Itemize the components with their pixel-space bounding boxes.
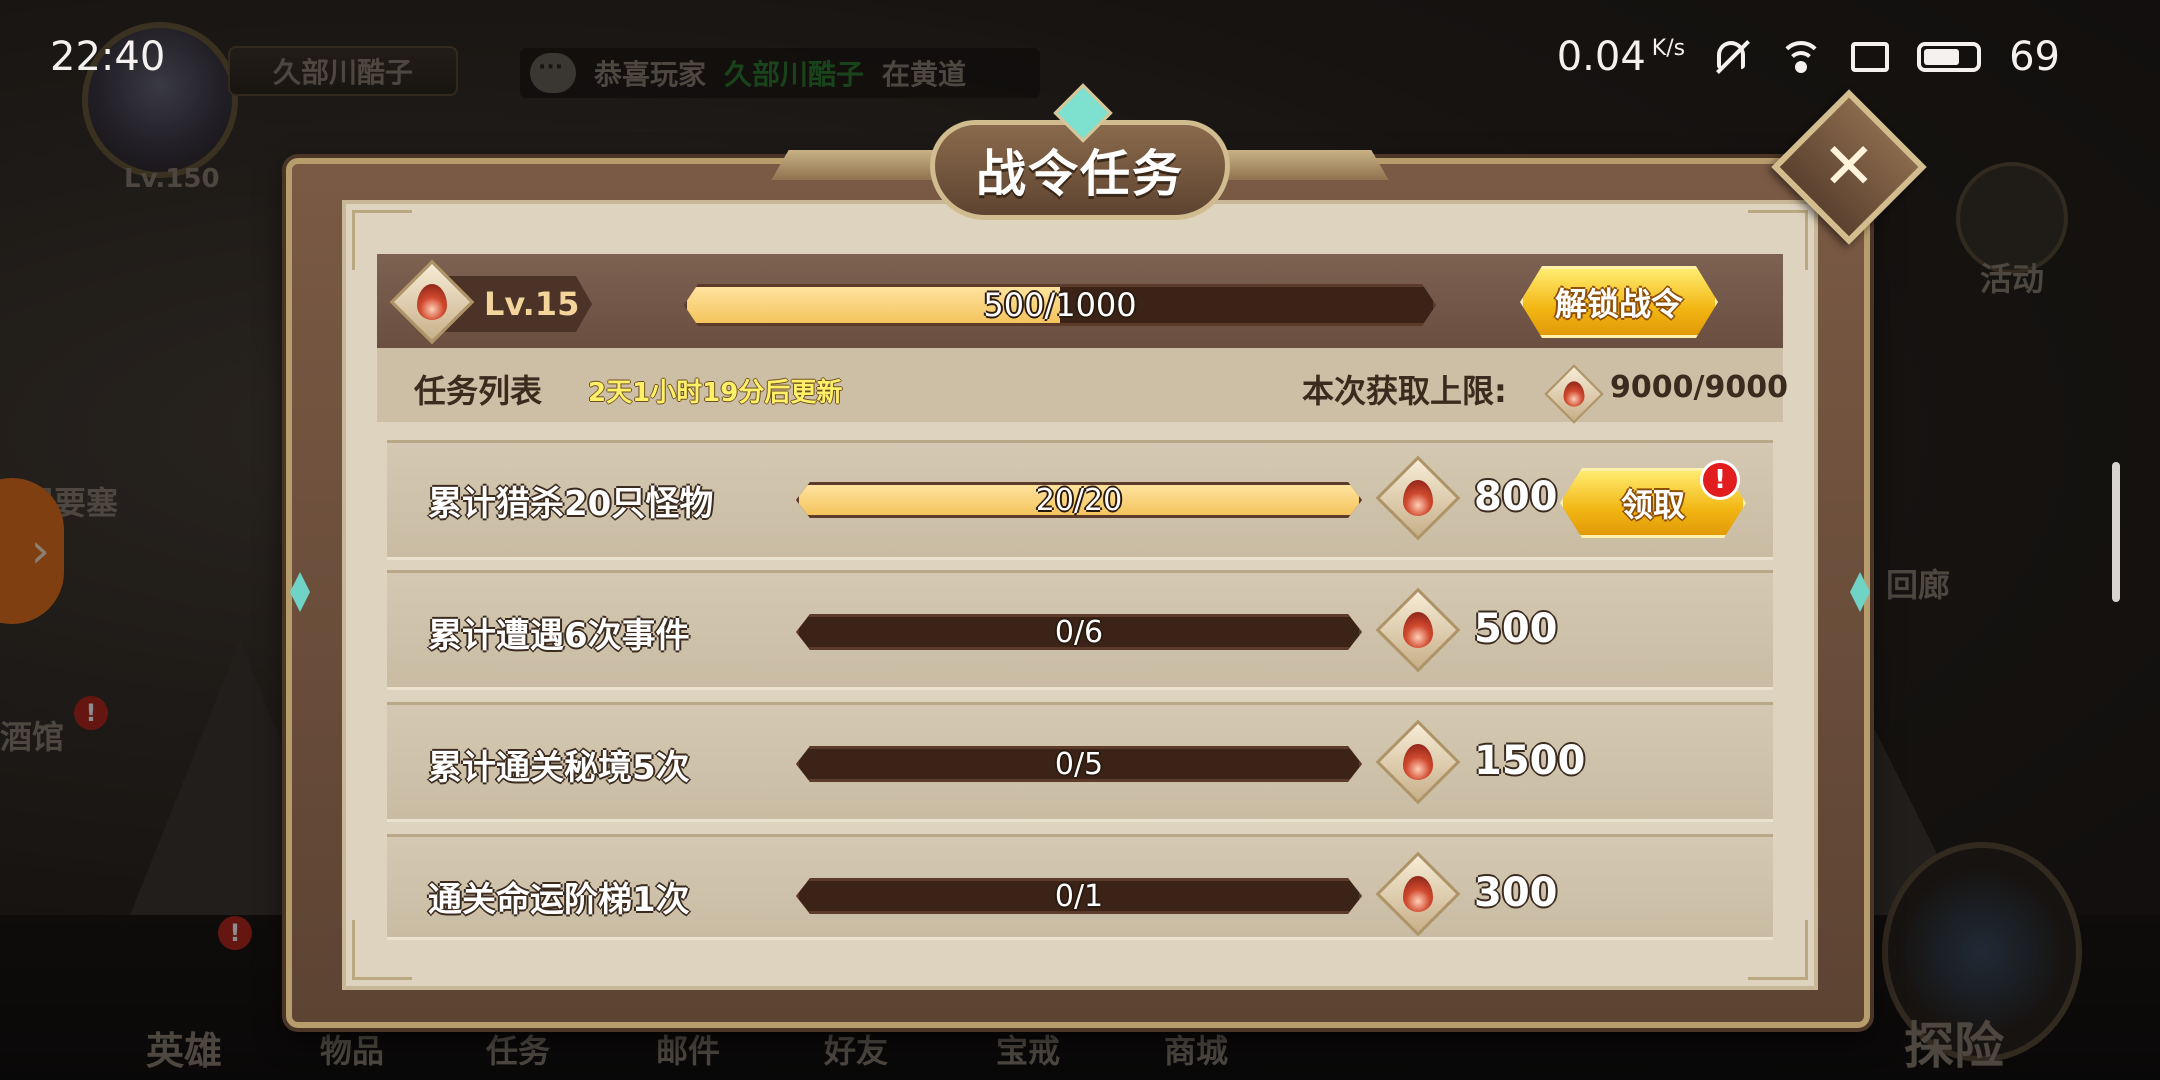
task-reward-value: 1500 <box>1474 738 1586 784</box>
task-name: 累计遭遇6次事件 <box>428 616 690 656</box>
clock: 22:40 <box>50 34 166 80</box>
task-name: 累计通关秘境5次 <box>428 748 690 788</box>
exp-progress-text: 500/1000 <box>983 286 1137 324</box>
scroll-indicator[interactable] <box>2112 462 2120 602</box>
task-name: 累计猎杀20只怪物 <box>428 484 714 524</box>
task-progress-bar: 0/6 <box>796 614 1362 650</box>
close-icon: ✕ <box>1822 130 1876 204</box>
battery-icon <box>1917 42 1982 72</box>
task-progress-text: 0/6 <box>1054 614 1104 650</box>
fire-gem-icon <box>1375 587 1461 673</box>
fire-gem-icon <box>1375 455 1461 541</box>
fire-gem-icon <box>389 259 475 345</box>
task-progress-text: 0/5 <box>1054 746 1104 782</box>
gain-limit-label: 本次获取上限: <box>1302 372 1507 410</box>
left-gem-ornament <box>288 542 312 642</box>
screen-frame-icon <box>1851 42 1890 72</box>
muted-bell-icon <box>1713 37 1751 77</box>
battle-pass-level: Lv.15 <box>484 285 580 323</box>
task-name: 通关命运阶梯1次 <box>428 880 690 920</box>
task-progress-text: 0/1 <box>1054 878 1104 914</box>
panel-title-plate: 战令任务 <box>771 83 1389 220</box>
gain-limit-value: 9000/9000 <box>1610 370 1788 405</box>
claim-button-label: 领取 <box>1620 486 1685 524</box>
exp-progress-bar: 500/1000 <box>684 284 1436 326</box>
right-gem-ornament <box>1848 542 1872 642</box>
task-reward-value: 800 <box>1474 474 1558 520</box>
fire-gem-icon <box>1375 851 1461 937</box>
network-speed: 0.04 K/s <box>1557 34 1685 80</box>
wifi-icon <box>1779 39 1824 75</box>
task-reward-value: 500 <box>1474 606 1558 652</box>
system-status-bar: 22:40 0.04 K/s 69 <box>0 0 2160 110</box>
unlock-button-label: 解锁战令 <box>1554 285 1683 323</box>
panel-title: 战令任务 <box>976 145 1184 203</box>
unlock-battle-pass-button[interactable]: 解锁战令 <box>1520 266 1718 338</box>
claim-alert-badge: ! <box>1700 460 1740 500</box>
task-list-title: 任务列表 <box>414 372 543 410</box>
fire-gem-icon <box>1544 364 1604 424</box>
task-progress-bar: 0/5 <box>796 746 1362 782</box>
task-reward-value: 300 <box>1474 870 1558 916</box>
task-progress-bar: 20/20 <box>796 482 1362 518</box>
task-progress-bar: 0/1 <box>796 878 1362 914</box>
refresh-countdown: 2天1小时19分后更新 <box>588 378 843 408</box>
network-speed-value: 0.04 <box>1556 34 1646 80</box>
fire-gem-icon <box>1375 719 1461 805</box>
battery-level: 69 <box>2009 34 2060 80</box>
network-speed-unit: K/s <box>1651 36 1686 61</box>
task-progress-text: 20/20 <box>1035 482 1123 518</box>
